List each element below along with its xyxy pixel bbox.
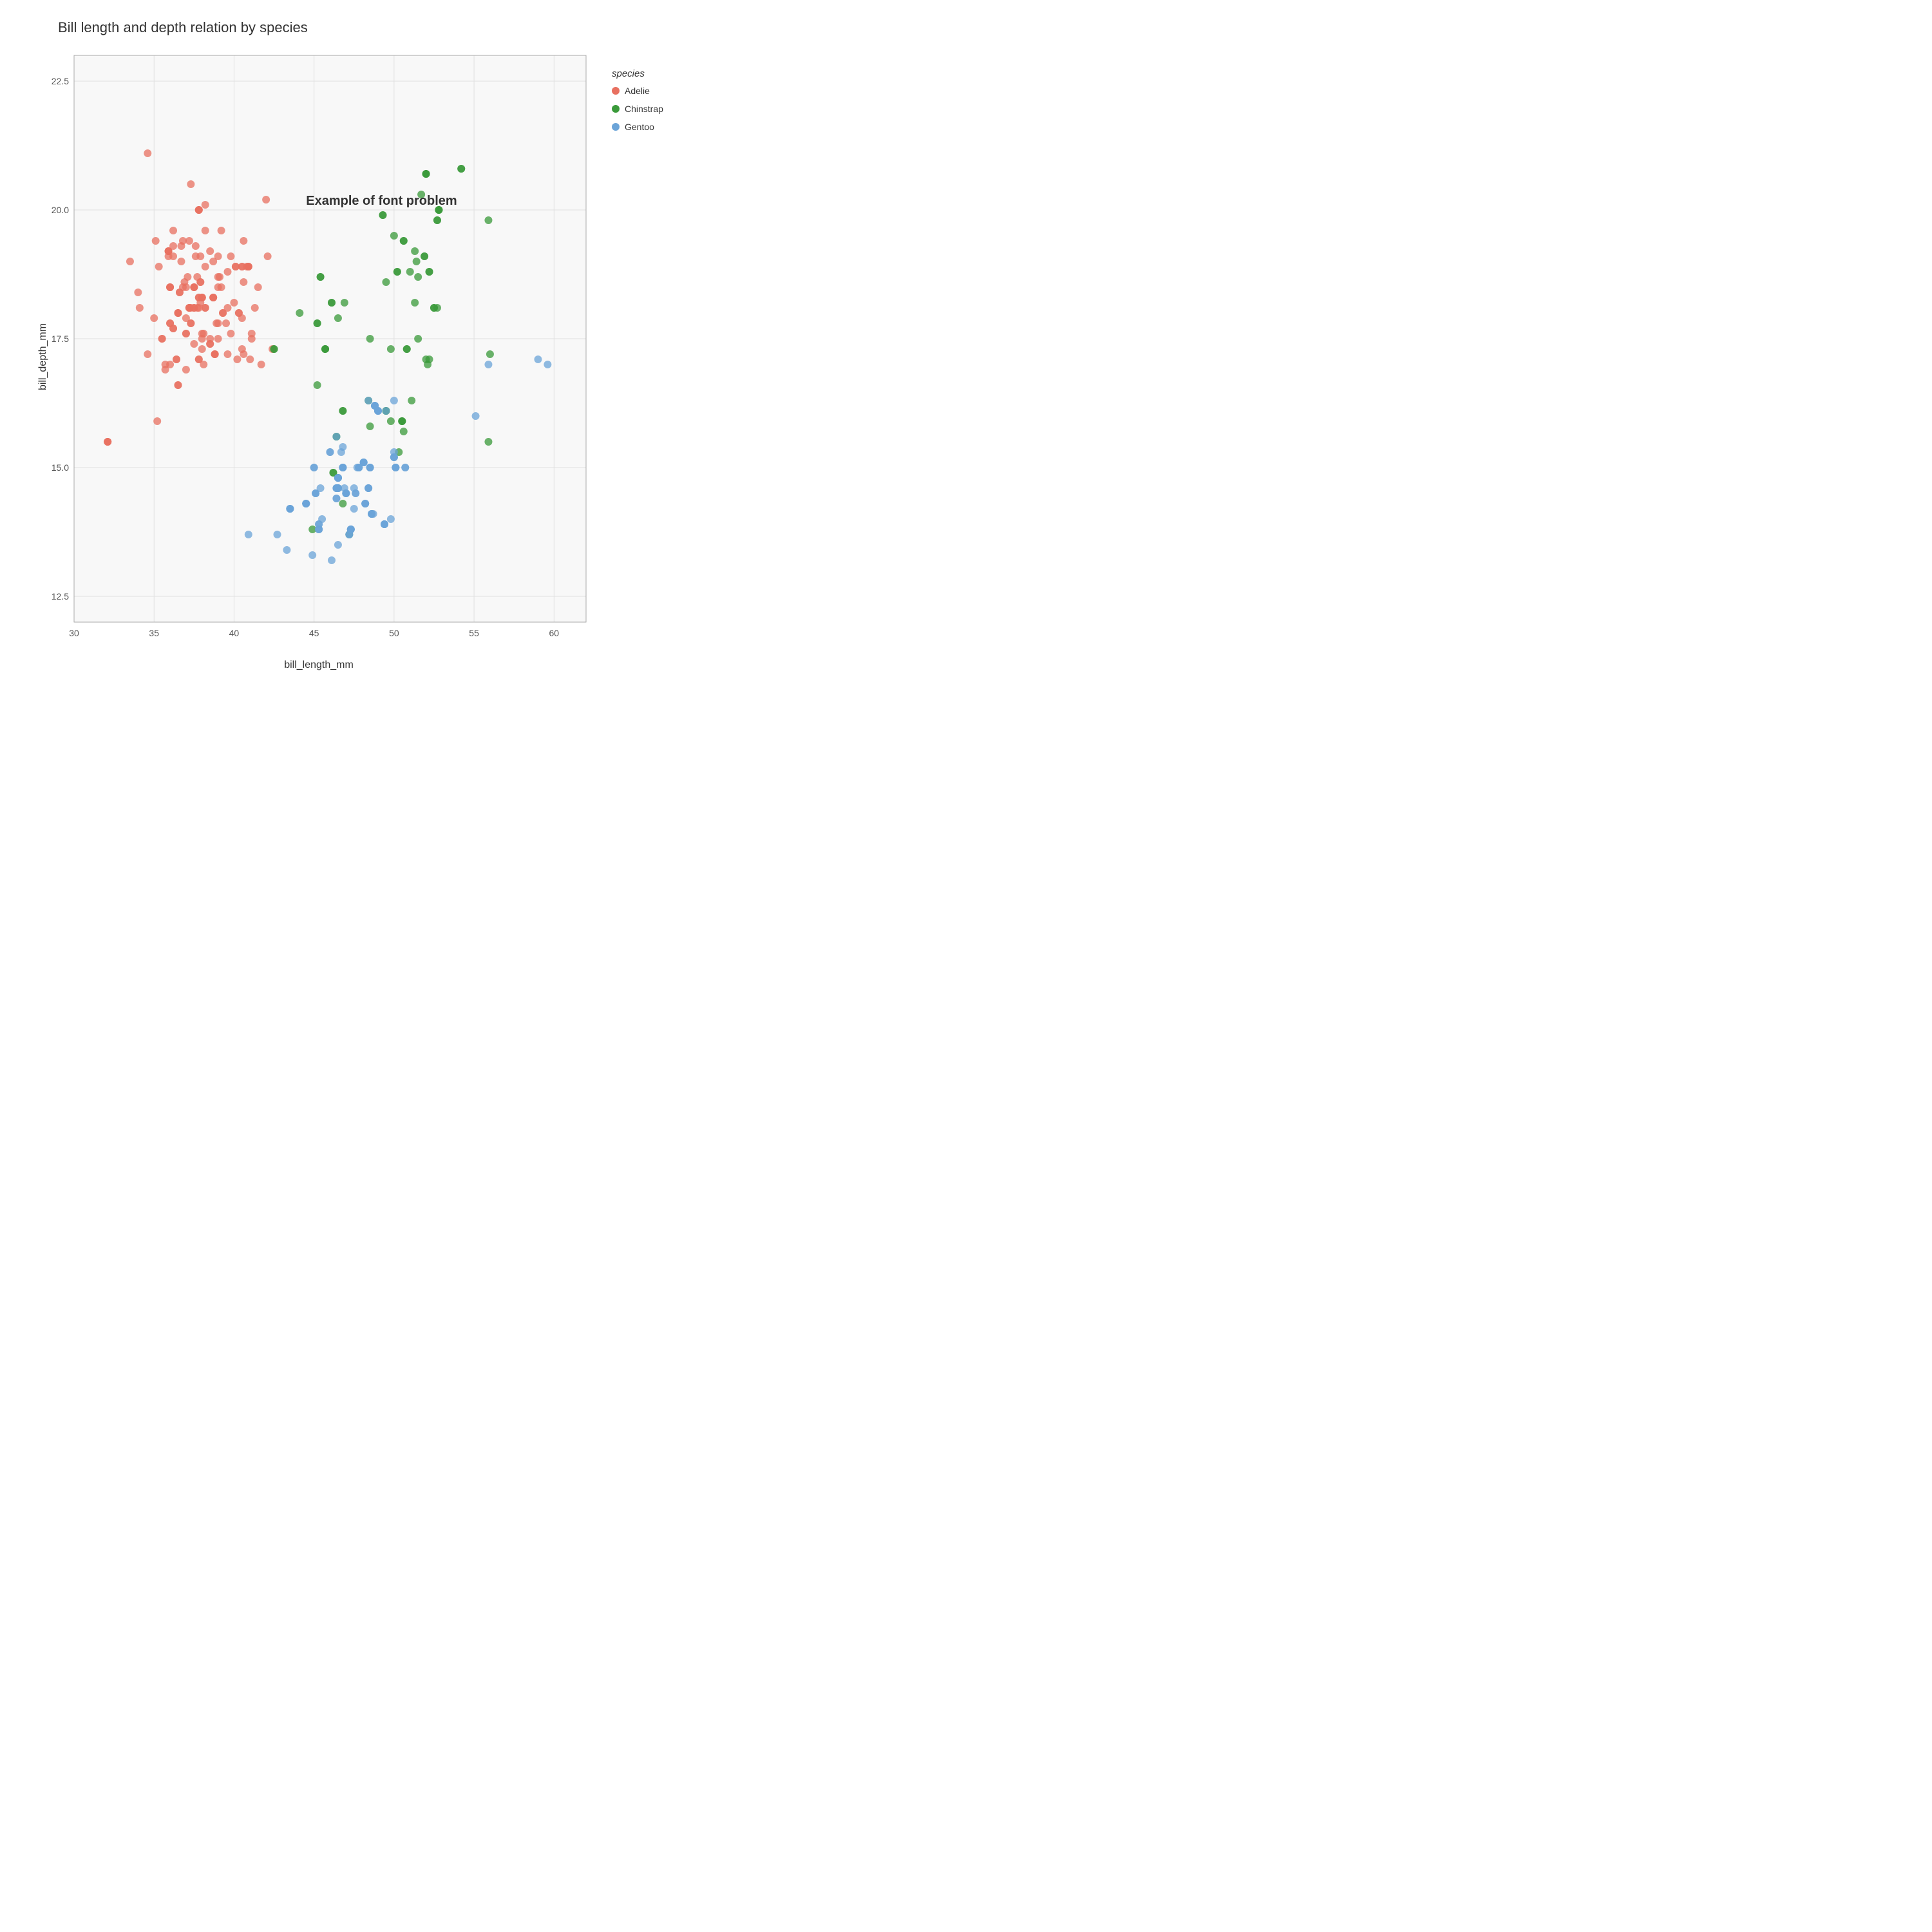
svg-text:60: 60 xyxy=(549,628,560,638)
adelie-dot xyxy=(612,87,620,95)
chinstrap-dot xyxy=(612,105,620,113)
scatter-plot: 30 35 40 45 50 55 60 12.5 15.0 17.5 20.0 22.5 Exampl… xyxy=(39,43,599,654)
svg-text:12.5: 12.5 xyxy=(52,591,69,601)
svg-text:50: 50 xyxy=(389,628,399,638)
svg-text:15.0: 15.0 xyxy=(52,462,69,473)
plot-with-axes: bill_depth_mm 30 35 40 45 50 55 60 12.5 15.0 17.5… xyxy=(39,43,599,671)
svg-text:17.5: 17.5 xyxy=(52,334,69,344)
chinstrap-label: Chinstrap xyxy=(625,104,663,114)
svg-text:Example of font problem: Example of font problem xyxy=(306,194,457,208)
svg-text:35: 35 xyxy=(149,628,159,638)
svg-text:40: 40 xyxy=(229,628,240,638)
legend-item-gentoo: Gentoo xyxy=(612,122,683,132)
x-axis-label: bill_length_mm xyxy=(39,659,599,671)
legend-item-adelie: Adelie xyxy=(612,86,683,96)
chart-area: bill_depth_mm 30 35 40 45 50 55 60 12.5 15.0 17.5… xyxy=(39,43,683,671)
gentoo-label: Gentoo xyxy=(625,122,654,132)
adelie-label: Adelie xyxy=(625,86,650,96)
svg-text:20.0: 20.0 xyxy=(52,205,69,215)
chart-container: Bill length and depth relation by specie… xyxy=(0,0,696,696)
legend-item-chinstrap: Chinstrap xyxy=(612,104,683,114)
legend-panel: species Adelie Chinstrap Gentoo xyxy=(599,43,683,671)
svg-text:45: 45 xyxy=(309,628,319,638)
svg-text:30: 30 xyxy=(69,628,79,638)
svg-text:22.5: 22.5 xyxy=(52,76,69,86)
svg-text:55: 55 xyxy=(469,628,479,638)
chart-title: Bill length and depth relation by specie… xyxy=(58,19,683,36)
y-axis-label: bill_depth_mm xyxy=(37,323,49,390)
gentoo-dot xyxy=(612,123,620,131)
legend-title: species xyxy=(612,68,683,79)
